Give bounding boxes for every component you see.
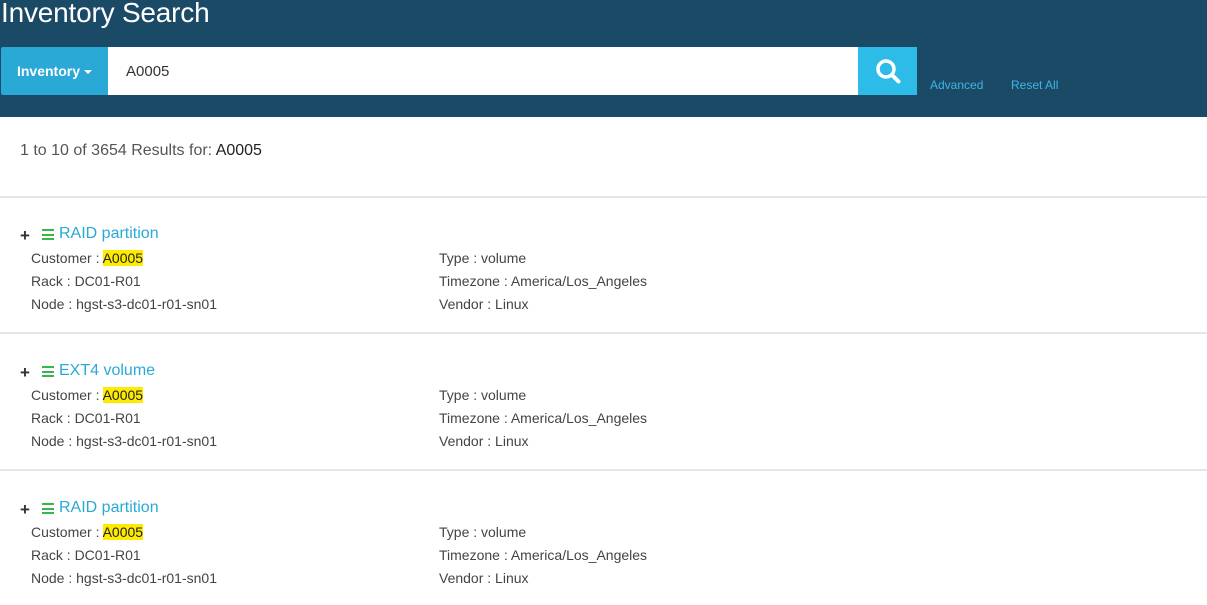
- type-field: Type : volume: [439, 524, 527, 540]
- result-title[interactable]: EXT4 volume: [59, 362, 155, 380]
- node-field: Node : hgst-s3-dc01-r01-sn01: [31, 570, 217, 586]
- divider: [0, 332, 1207, 334]
- customer-field: Customer : A0005: [31, 387, 144, 403]
- node-field: Node : hgst-s3-dc01-r01-sn01: [31, 433, 217, 449]
- list-icon[interactable]: [42, 503, 54, 514]
- type-field: Type : volume: [439, 387, 527, 403]
- rack-field: Rack : DC01-R01: [31, 547, 141, 563]
- node-field: Node : hgst-s3-dc01-r01-sn01: [31, 296, 217, 312]
- reset-all-link[interactable]: Reset All: [1011, 78, 1058, 92]
- list-item: + EXT4 volume Customer : A0005 Rack : DC…: [0, 362, 1207, 483]
- category-label: Inventory: [16, 63, 80, 79]
- customer-label: Customer :: [31, 387, 100, 403]
- search-icon: [875, 59, 900, 84]
- vendor-field: Vendor : Linux: [439, 570, 529, 586]
- caret-down-icon: [84, 70, 92, 74]
- expand-icon[interactable]: +: [20, 363, 30, 383]
- expand-icon[interactable]: +: [20, 500, 30, 520]
- list-icon[interactable]: [42, 229, 54, 240]
- results-summary: 1 to 10 of 3654 Results for: A0005: [20, 142, 262, 160]
- search-input[interactable]: [108, 47, 858, 95]
- advanced-search-link[interactable]: Advanced: [930, 78, 983, 92]
- list-item: + RAID partition Customer : A0005 Rack :…: [0, 499, 1207, 605]
- customer-value-highlight: A0005: [102, 524, 144, 540]
- customer-value-highlight: A0005: [102, 250, 144, 266]
- header-bar: Inventory Search Inventory Advanced Rese…: [0, 0, 1207, 117]
- expand-icon[interactable]: +: [20, 226, 30, 246]
- customer-label: Customer :: [31, 250, 100, 266]
- customer-label: Customer :: [31, 524, 100, 540]
- category-dropdown-button[interactable]: Inventory: [1, 47, 108, 95]
- customer-value-highlight: A0005: [102, 387, 144, 403]
- vendor-field: Vendor : Linux: [439, 433, 529, 449]
- divider: [0, 469, 1207, 471]
- customer-field: Customer : A0005: [31, 250, 144, 266]
- vendor-field: Vendor : Linux: [439, 296, 529, 312]
- results-query: A0005: [215, 142, 262, 159]
- rack-field: Rack : DC01-R01: [31, 273, 141, 289]
- timezone-field: Timezone : America/Los_Angeles: [439, 547, 648, 563]
- search-button[interactable]: [858, 47, 917, 95]
- type-field: Type : volume: [439, 250, 527, 266]
- results-count-text: 1 to 10 of 3654 Results for:: [20, 142, 213, 159]
- timezone-field: Timezone : America/Los_Angeles: [439, 410, 648, 426]
- timezone-field: Timezone : America/Los_Angeles: [439, 273, 648, 289]
- rack-field: Rack : DC01-R01: [31, 410, 141, 426]
- list-item: + RAID partition Customer : A0005 Rack :…: [0, 225, 1207, 346]
- divider: [0, 196, 1207, 198]
- list-icon[interactable]: [42, 366, 54, 377]
- customer-field: Customer : A0005: [31, 524, 144, 540]
- search-bar: Inventory: [1, 47, 917, 95]
- result-title[interactable]: RAID partition: [59, 225, 159, 243]
- result-title[interactable]: RAID partition: [59, 499, 159, 517]
- page-title: Inventory Search: [1, 0, 210, 28]
